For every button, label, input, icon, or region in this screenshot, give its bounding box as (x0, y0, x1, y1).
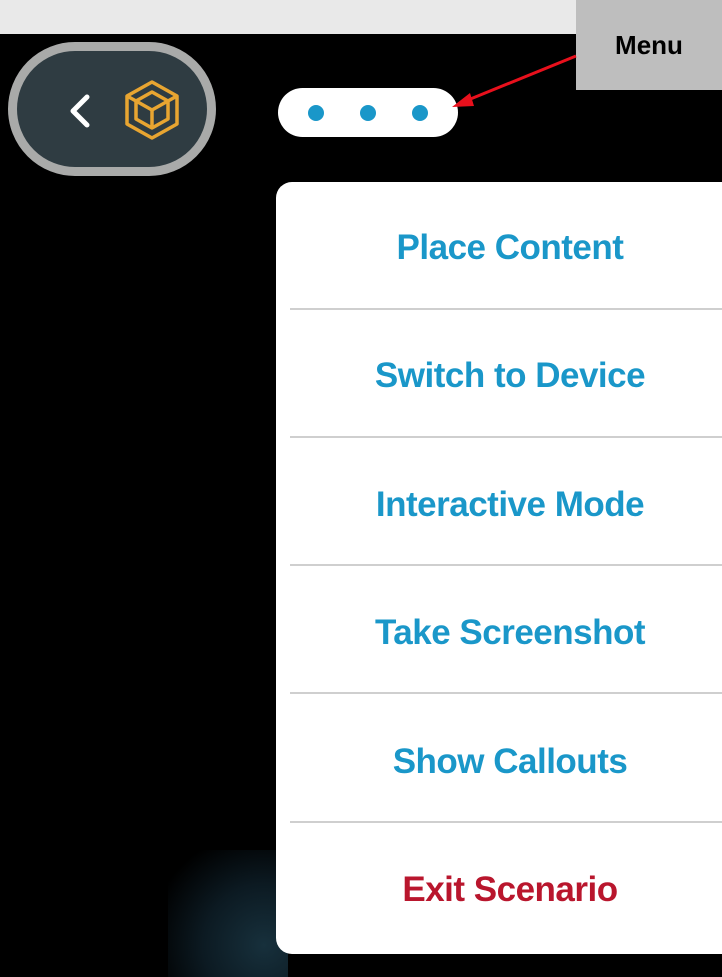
dot-icon (412, 104, 428, 121)
dot-icon (308, 104, 324, 121)
menu-item-label: Take Screenshot (374, 613, 646, 652)
menu-divider (290, 564, 722, 566)
annotation-callout: Menu (576, 0, 722, 90)
menu-item-label: Show Callouts (392, 742, 628, 781)
menu-panel: Place Content Switch to Device Interacti… (276, 182, 722, 954)
menu-item-show-callouts[interactable]: Show Callouts (290, 698, 722, 826)
menu-divider (290, 436, 722, 438)
menu-divider (290, 692, 722, 694)
menu-item-place-content[interactable]: Place Content (290, 184, 722, 312)
menu-item-label: Exit Scenario (402, 870, 618, 909)
more-options-button[interactable] (278, 88, 458, 137)
chevron-left-icon (70, 94, 90, 128)
menu-divider (290, 308, 722, 310)
annotation-label: Menu (615, 29, 683, 60)
background-glow (168, 850, 288, 977)
menu-divider (290, 821, 722, 823)
menu-item-label: Switch to Device (374, 356, 646, 395)
menu-item-take-screenshot[interactable]: Take Screenshot (290, 569, 722, 697)
ar-cube-icon (125, 80, 179, 140)
menu-item-label: Interactive Mode (375, 485, 645, 524)
menu-item-exit-scenario[interactable]: Exit Scenario (290, 826, 722, 954)
back-button[interactable] (8, 42, 216, 176)
dot-icon (360, 104, 376, 121)
menu-item-switch-to-device[interactable]: Switch to Device (290, 312, 722, 440)
menu-item-interactive-mode[interactable]: Interactive Mode (290, 441, 722, 569)
menu-item-label: Place Content (396, 228, 624, 267)
